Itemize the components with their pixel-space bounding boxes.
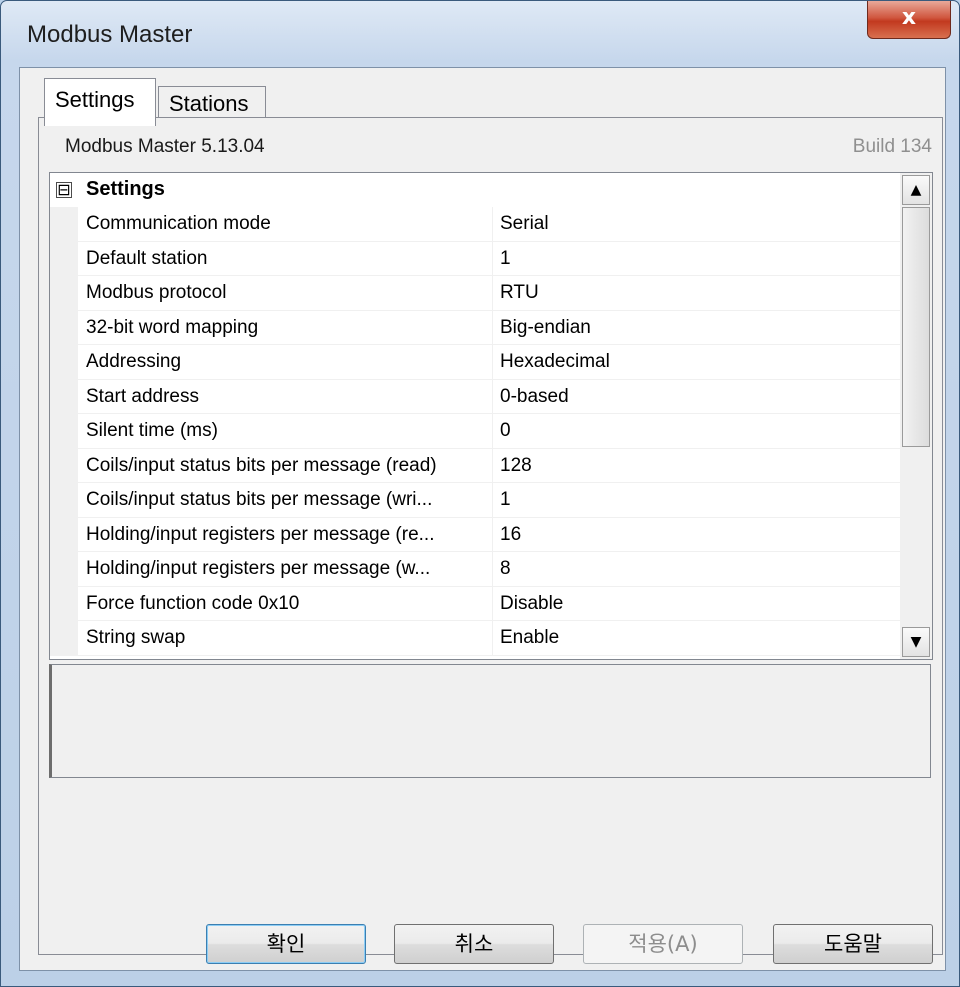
- column-divider[interactable]: [492, 379, 493, 413]
- property-value[interactable]: 1: [500, 248, 511, 270]
- row-gutter: [50, 379, 78, 413]
- property-row[interactable]: Coils/input status bits per message (rea…: [50, 448, 900, 483]
- column-divider[interactable]: [492, 310, 493, 344]
- row-gutter: [50, 241, 78, 275]
- row-gutter: [50, 621, 78, 655]
- column-divider[interactable]: [492, 276, 493, 310]
- column-divider[interactable]: [492, 345, 493, 379]
- property-name: Holding/input registers per message (re.…: [86, 523, 435, 545]
- description-pane: [49, 664, 931, 778]
- property-row[interactable]: Addressing Hexadecimal: [50, 345, 900, 380]
- apply-button[interactable]: 적용(A): [583, 924, 743, 964]
- row-gutter: [50, 414, 78, 448]
- property-row[interactable]: Force function code 0x10 Disable: [50, 586, 900, 621]
- column-divider[interactable]: [492, 207, 493, 241]
- row-gutter: [50, 276, 78, 310]
- column-divider[interactable]: [492, 448, 493, 482]
- close-button[interactable]: x: [867, 1, 951, 39]
- title-bar: Modbus Master x: [1, 1, 959, 67]
- property-name: 32-bit word mapping: [86, 316, 259, 338]
- property-value[interactable]: 1: [500, 489, 511, 511]
- property-name: Default station: [86, 247, 208, 269]
- property-name: Holding/input registers per message (w..…: [86, 558, 431, 579]
- property-row[interactable]: Modbus protocol RTU: [50, 276, 900, 311]
- window-title: Modbus Master: [27, 21, 193, 48]
- row-gutter: [50, 517, 78, 551]
- dialog-client-area: Settings Stations Modbus Master 5.13.04 …: [19, 67, 946, 971]
- property-row[interactable]: String swap Enable: [50, 621, 900, 656]
- tab-stations[interactable]: Stations: [158, 86, 266, 118]
- property-name: Coils/input status bits per message (wri…: [86, 489, 433, 510]
- product-version: Modbus Master 5.13.04: [65, 136, 265, 157]
- property-value[interactable]: Hexadecimal: [500, 351, 610, 373]
- tab-settings[interactable]: Settings: [44, 78, 156, 126]
- collapse-icon[interactable]: ⊟: [56, 182, 72, 198]
- property-row[interactable]: Default station 1: [50, 241, 900, 276]
- column-divider[interactable]: [492, 414, 493, 448]
- property-name: Force function code 0x10: [86, 592, 300, 614]
- row-gutter: [50, 483, 78, 517]
- category-label: Settings: [86, 178, 165, 200]
- build-number: Build 134: [852, 136, 932, 157]
- close-icon: x: [901, 5, 917, 30]
- column-divider[interactable]: [492, 621, 493, 655]
- property-row[interactable]: Holding/input registers per message (re.…: [50, 517, 900, 552]
- property-value[interactable]: Enable: [500, 627, 559, 649]
- property-value[interactable]: 8: [500, 558, 511, 580]
- property-rows: Communication mode Serial Default station 1…: [50, 207, 900, 656]
- column-divider[interactable]: [492, 586, 493, 620]
- property-value[interactable]: RTU: [500, 282, 539, 304]
- row-gutter: [50, 448, 78, 482]
- help-button[interactable]: 도움말: [773, 924, 933, 964]
- dialog-window: Modbus Master x Settings Stations Modbus…: [0, 0, 960, 987]
- property-name: Start address: [86, 385, 199, 407]
- property-row[interactable]: Silent time (ms) 0: [50, 414, 900, 449]
- category-row-settings[interactable]: ⊟ Settings: [50, 173, 900, 207]
- row-gutter: [50, 345, 78, 379]
- property-name: Silent time (ms): [86, 420, 218, 441]
- vertical-scrollbar[interactable]: ▲ ▼: [900, 173, 932, 659]
- property-value[interactable]: Big-endian: [500, 317, 591, 339]
- row-gutter: [50, 552, 78, 586]
- property-value[interactable]: 0: [500, 420, 511, 442]
- property-name: String swap: [86, 627, 186, 648]
- property-name: Communication mode: [86, 213, 271, 234]
- property-row[interactable]: 32-bit word mapping Big-endian: [50, 310, 900, 345]
- property-grid: ⊟ Settings Communication mode Serial Defau…: [49, 172, 933, 660]
- cancel-button[interactable]: 취소: [394, 924, 554, 964]
- column-divider[interactable]: [492, 241, 493, 275]
- scroll-up-icon[interactable]: ▲: [902, 175, 930, 205]
- property-value[interactable]: 0-based: [500, 386, 569, 408]
- property-value[interactable]: Disable: [500, 593, 563, 615]
- settings-tab-panel: Modbus Master 5.13.04 Build 134 ⊟ Settin…: [38, 117, 943, 955]
- column-divider[interactable]: [492, 517, 493, 551]
- column-divider[interactable]: [492, 552, 493, 586]
- ok-button[interactable]: 확인: [206, 924, 366, 964]
- property-value[interactable]: Serial: [500, 213, 549, 235]
- property-name: Addressing: [86, 351, 182, 372]
- property-value[interactable]: 16: [500, 524, 521, 546]
- property-row[interactable]: Communication mode Serial: [50, 207, 900, 242]
- row-gutter: [50, 207, 78, 241]
- property-row[interactable]: Coils/input status bits per message (wri…: [50, 483, 900, 518]
- scroll-thumb[interactable]: [902, 207, 930, 447]
- property-value[interactable]: 128: [500, 455, 532, 477]
- row-gutter: [50, 310, 78, 344]
- property-name: Coils/input status bits per message (rea…: [86, 454, 437, 476]
- column-divider[interactable]: [492, 483, 493, 517]
- scroll-down-icon[interactable]: ▼: [902, 627, 930, 657]
- property-row[interactable]: Start address 0-based: [50, 379, 900, 414]
- property-row[interactable]: Holding/input registers per message (w..…: [50, 552, 900, 587]
- row-gutter: [50, 586, 78, 620]
- property-name: Modbus protocol: [86, 282, 227, 303]
